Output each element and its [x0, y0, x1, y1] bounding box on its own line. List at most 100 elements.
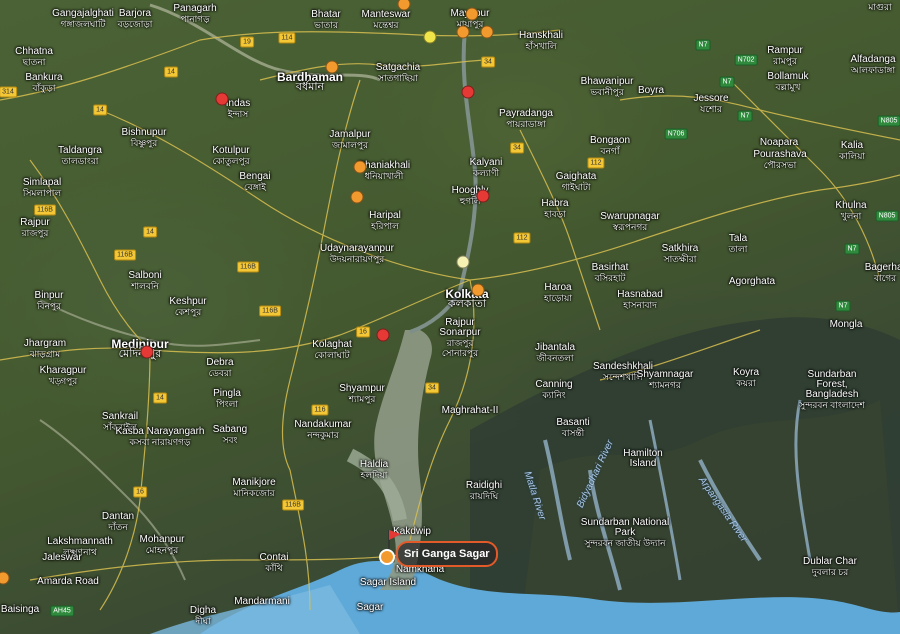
place-label: Jessore যশোর	[693, 93, 729, 115]
place-label: Hasnabad হাসনাবাদ	[617, 289, 663, 311]
place-label: Jhargram ঝাড়গ্রাম	[23, 338, 67, 360]
place-label: মাগুরা	[868, 2, 892, 12]
road-shield: AH45	[50, 605, 74, 617]
place-label: Dantan দাঁতন	[101, 511, 135, 533]
place-label: Rajpur Sonarpur রাজপুর সোনারপুর	[439, 317, 481, 359]
place-label: Hanskhali হাঁসখালি	[519, 30, 563, 52]
place-label: Kotulpur কোতুলপুর	[212, 145, 250, 167]
place-label: Panagarh পানাগড়	[173, 3, 217, 25]
place-label: Khulna খুলনা	[835, 200, 867, 222]
road-shield: 116B	[34, 204, 56, 216]
road-shield: N7	[844, 243, 860, 255]
location-marker-orange[interactable]	[350, 190, 364, 204]
place-label: Taldangra তালডাংরা	[58, 145, 102, 167]
place-label: Shyamnagar শ্যামনগর	[636, 369, 694, 391]
place-label: Simlapal সিমলাপাল	[22, 177, 62, 199]
road-shield: 116B	[237, 261, 259, 273]
place-label: Manikjore মানিকজোর	[232, 477, 276, 499]
road-shield: 114	[278, 32, 296, 44]
place-label: Sabang সবং	[212, 424, 248, 446]
place-label: Haripal হরিপাল	[369, 210, 401, 232]
road-shield: 34	[510, 142, 524, 154]
map-canvas[interactable]: Matla River Bidyadhari River Arpangasia …	[0, 0, 900, 634]
place-label: Contai কাঁথি	[259, 552, 289, 574]
road-shield: 34	[425, 382, 439, 394]
place-label: Salboni শালবনি	[128, 270, 162, 292]
place-label: Bongaon বনগাঁ	[589, 135, 631, 157]
road-shield: 16	[133, 486, 147, 498]
place-label: Barjora বড়জোড়া	[117, 8, 153, 30]
place-label: Bishnupur বিষ্ণুপুর	[121, 127, 167, 149]
place-label: Kolaghat কোলাঘাট	[312, 339, 352, 361]
place-label: Raidighi রায়দিঘি	[465, 480, 503, 502]
location-marker-yellow[interactable]	[423, 30, 437, 44]
road-shield: N7	[695, 39, 711, 51]
place-label: Satkhira সাতক্ষীরা	[661, 243, 699, 265]
place-label: Kharagpur খড়্গপুর	[39, 365, 87, 387]
place-label: Sundarban Forest, Bangladesh সুন্দরবন বাং…	[799, 369, 865, 411]
location-marker-red[interactable]	[140, 345, 154, 359]
road-shield: 116B	[282, 499, 304, 511]
place-label: Binpur বিনপুর	[34, 290, 64, 312]
place-label: Gaighata গাইঘাটা	[555, 171, 597, 193]
location-marker-red[interactable]	[376, 328, 390, 342]
road-shield: N7	[737, 110, 753, 122]
location-marker-red[interactable]	[476, 189, 490, 203]
road-shield: N7	[835, 300, 851, 312]
location-marker-orange[interactable]	[353, 160, 367, 174]
place-label: Udaynarayanpur উদয়নারায়ণপুর	[320, 243, 394, 265]
location-marker-red[interactable]	[215, 92, 229, 106]
place-label: Sundarban National Park সুন্দরবন জাতীয় উ…	[580, 517, 670, 549]
location-marker-orange[interactable]	[465, 7, 479, 21]
road-shield: 314	[0, 86, 17, 98]
place-label: Manteswar মন্তেশ্বর	[361, 9, 411, 31]
location-marker-red[interactable]	[461, 85, 475, 99]
road-shield: N706	[664, 128, 688, 140]
place-label: Mandarmani	[234, 596, 290, 607]
place-label: Bardhaman বর্ধমান	[276, 70, 344, 93]
place-label: Haldia হলদিয়া	[359, 459, 389, 481]
place-label: Bhatar ভাতার	[311, 9, 341, 31]
road-shield: 14	[143, 226, 157, 238]
place-label: Amarda Road	[37, 576, 99, 587]
location-marker-orange[interactable]	[471, 283, 485, 297]
road-shield: 34	[481, 56, 495, 68]
place-label: Shyampur শ্যামপুর	[339, 383, 385, 405]
place-label: Pingla পিংলা	[213, 388, 241, 410]
place-label: Indas ইন্দাস	[225, 98, 251, 120]
place-label: Kalyani কল্যাণী	[469, 157, 503, 179]
road-shield: N7	[719, 76, 735, 88]
place-label: Swarupnagar স্বরূপনগর	[600, 211, 660, 233]
place-label: Agorghata	[728, 276, 776, 287]
place-label: Boyra	[637, 85, 665, 96]
road-shield: 112	[587, 157, 605, 169]
place-label: Bagerhatবাগের	[864, 262, 900, 284]
place-label: Bhawanipur ভবানীপুর	[580, 76, 634, 98]
place-label: Jamalpur জামালপুর	[329, 129, 371, 151]
place-label: Jibantala জীবনতলা	[534, 342, 576, 364]
place-label: Mongla	[829, 319, 863, 330]
place-label: Haroa হাড়োয়া	[544, 282, 572, 304]
place-label: Rajpur রাজপুর	[20, 217, 50, 239]
location-marker-orange[interactable]	[325, 60, 339, 74]
place-label: Digha দীঘা	[189, 605, 217, 627]
road-shield: 116B	[114, 249, 136, 261]
location-marker-orange[interactable]	[480, 25, 494, 39]
place-label: Tala তালা	[728, 233, 748, 255]
place-label: Debra ডেবরা	[206, 357, 234, 379]
location-marker-light[interactable]	[456, 255, 470, 269]
place-label: Payradanga পায়রাডাঙ্গা	[499, 108, 553, 130]
location-marker-orange[interactable]	[456, 25, 470, 39]
road-shield: N805	[875, 210, 899, 222]
place-label: Canning ক্যানিং	[535, 379, 573, 401]
place-label: Habra হাবড়া	[541, 198, 569, 220]
place-label: Kasba Narayangarh কসবা নারায়ণগড়	[115, 426, 205, 448]
place-label: Bollamuk বল্লামুখ	[767, 71, 809, 93]
place-label: Alfadanga আলফাডাঙ্গা	[850, 54, 896, 76]
road-shield: 116	[311, 404, 329, 416]
selected-location-label[interactable]: Sri Ganga Sagar	[396, 541, 498, 567]
place-label: Rampur রামপুর	[767, 45, 803, 67]
selected-location-marker[interactable]	[379, 549, 395, 565]
sea-shallow	[150, 585, 360, 634]
place-label: Gangajalghati গঙ্গাজলঘাটি	[52, 8, 114, 30]
